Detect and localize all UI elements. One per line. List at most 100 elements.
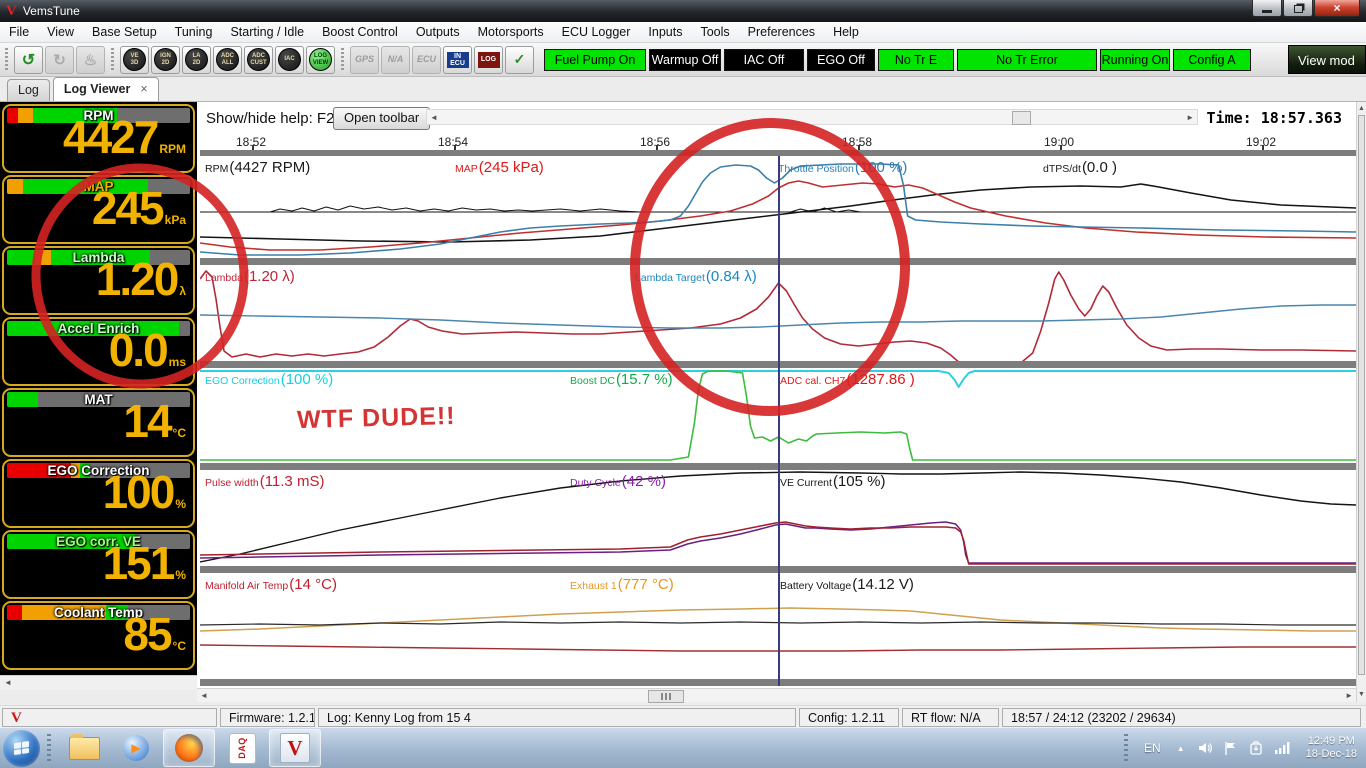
chart-vscrollbar[interactable]: ▲ ▼ — [1356, 102, 1366, 702]
log-button[interactable]: LOG — [474, 46, 503, 74]
ve-3d-button[interactable]: VE 3D — [120, 46, 149, 74]
time-scrollbar[interactable]: ◄ ► — [426, 109, 1198, 125]
scroll-up-icon[interactable]: ▲ — [1358, 102, 1365, 116]
plot-label-value: (105 %) — [833, 473, 886, 490]
restore-button[interactable] — [1283, 0, 1313, 17]
log-icon: LOG — [478, 52, 500, 68]
time-cursor-line[interactable] — [778, 156, 780, 686]
plot-label-ego-correction: EGO Correction(100 %) — [205, 371, 333, 388]
plot-label-value: (1.20 λ) — [244, 268, 295, 285]
scroll-left-icon[interactable]: ◄ — [430, 111, 438, 125]
la-2d-button[interactable]: LA 2D — [182, 46, 211, 74]
reload-disabled-button[interactable]: ↻ — [45, 46, 74, 74]
log-view-icon: LOG VIEW — [309, 48, 332, 71]
tray-expand-icon[interactable]: ▲ — [1177, 744, 1185, 753]
gauge-value: 100% — [103, 468, 186, 528]
menu-item-base-setup[interactable]: Base Setup — [83, 23, 166, 41]
network-signal-icon[interactable] — [1274, 741, 1291, 755]
menu-item-tuning[interactable]: Tuning — [166, 23, 222, 41]
gauge-value: 85°C — [123, 610, 186, 670]
in-ecu-button[interactable]: IN ECU — [443, 46, 472, 74]
window-title: VemsTune — [23, 4, 80, 18]
scroll-left-icon[interactable]: ◄ — [4, 676, 12, 690]
language-indicator[interactable]: EN — [1144, 741, 1161, 755]
plot-label-value: (42 %) — [622, 473, 666, 490]
status-chip-config-a: Config A — [1173, 49, 1251, 71]
ecu-button[interactable]: ECU — [412, 46, 441, 74]
safely-remove-icon[interactable] — [1248, 740, 1264, 756]
close-button[interactable]: × — [1314, 0, 1360, 17]
gauge-unit: kPa — [165, 213, 186, 227]
apply-button[interactable]: ✓ — [505, 46, 534, 74]
clock-time: 12:49 PM — [1306, 735, 1357, 748]
ign-2d-button[interactable]: IGN 2D — [151, 46, 180, 74]
plot-label-value: (14 °C) — [289, 576, 337, 593]
taskbar-idaq-button[interactable]: DAQ — [217, 730, 267, 766]
adc-all-icon: ADC ALL — [216, 48, 239, 71]
tab-log-viewer[interactable]: Log Viewer× — [53, 77, 159, 101]
reload-disabled-icon: ↻ — [53, 51, 66, 69]
scroll-left-icon[interactable]: ◄ — [200, 689, 208, 703]
ve-3d-icon: VE 3D — [123, 48, 146, 71]
taskbar-media-player-button[interactable]: ▶ — [111, 730, 161, 766]
taskbar-firefox-button[interactable] — [163, 729, 215, 767]
gauge-list: RPM4427RPMMAP245kPaLambda1.20λAccel Enri… — [0, 104, 197, 670]
iac-button[interactable]: IAC — [275, 46, 304, 74]
tab-close-icon[interactable]: × — [140, 82, 147, 96]
apply-icon: ✓ — [514, 51, 526, 68]
ecu-icon: ECU — [416, 52, 438, 68]
menu-item-inputs[interactable]: Inputs — [639, 23, 691, 41]
scroll-right-icon[interactable]: ► — [1186, 111, 1194, 125]
menu-item-motorsports[interactable]: Motorsports — [469, 23, 553, 41]
menu-item-help[interactable]: Help — [824, 23, 868, 41]
minimize-button[interactable] — [1252, 0, 1282, 17]
plot-label-lambda-target: Lambda Target(0.84 λ) — [635, 268, 757, 285]
gauge-value: 0.0ms — [109, 326, 186, 386]
plot-label-exhaust-1: Exhaust 1(777 °C) — [570, 576, 674, 593]
restore-icon — [1294, 5, 1303, 13]
adc-all-button[interactable]: ADC ALL — [213, 46, 242, 74]
adc-cust-button[interactable]: ADC CUST — [244, 46, 273, 74]
action-center-flag-icon[interactable] — [1223, 741, 1238, 756]
menu-item-file[interactable]: File — [0, 23, 38, 41]
chart-vscrollbar-thumb[interactable] — [1358, 115, 1365, 675]
gps-button[interactable]: GPS — [350, 46, 379, 74]
chart-hscrollbar-thumb[interactable] — [648, 690, 684, 703]
plot-label-value: (777 °C) — [618, 576, 674, 593]
scroll-right-icon[interactable]: ► — [1345, 689, 1353, 703]
time-scrollbar-thumb[interactable] — [1012, 111, 1031, 125]
la-2d-icon: LA 2D — [185, 48, 208, 71]
tab-log[interactable]: Log — [7, 79, 50, 101]
menu-item-tools[interactable]: Tools — [691, 23, 738, 41]
na-button[interactable]: N/A — [381, 46, 410, 74]
menu-item-preferences[interactable]: Preferences — [739, 23, 824, 41]
adc-cust-icon: ADC CUST — [247, 48, 270, 71]
volume-icon[interactable] — [1197, 740, 1213, 756]
status-cell-0: V — [2, 708, 217, 727]
gauge-ego-correction: EGO Correction100% — [2, 459, 195, 528]
taskbar-vemstune-button[interactable]: V — [269, 729, 321, 767]
chart-hscrollbar[interactable]: ◄ ► — [197, 688, 1356, 702]
sidebar-scrollbar[interactable]: ◄ — [0, 675, 197, 690]
menu-item-ecu-logger[interactable]: ECU Logger — [553, 23, 640, 41]
menu-item-boost-control[interactable]: Boost Control — [313, 23, 407, 41]
clock[interactable]: 12:49 PM 18-Dec-18 — [1306, 735, 1357, 761]
menu-item-view[interactable]: View — [38, 23, 83, 41]
log-view-button[interactable]: LOG VIEW — [306, 46, 335, 74]
plot-label-rpm: RPM(4427 RPM) — [205, 159, 310, 176]
gauge-unit: RPM — [159, 142, 186, 156]
plot-label-name: Battery Voltage — [780, 580, 851, 592]
burn-button[interactable]: ♨ — [76, 46, 105, 74]
status-cell-3: Config: 1.2.11 — [799, 708, 899, 727]
open-toolbar-button[interactable]: Open toolbar — [333, 107, 430, 130]
start-button[interactable] — [3, 730, 40, 767]
scroll-down-icon[interactable]: ▼ — [1358, 688, 1365, 702]
view-mode-button[interactable]: View mod — [1288, 45, 1366, 74]
reload-button[interactable]: ↺ — [14, 46, 43, 74]
menu-item-outputs[interactable]: Outputs — [407, 23, 469, 41]
iac-icon: IAC — [278, 48, 301, 71]
menu-item-starting-idle[interactable]: Starting / Idle — [221, 23, 313, 41]
taskbar-explorer-button[interactable] — [59, 730, 109, 766]
gauge-unit: °C — [173, 639, 186, 653]
gauge-lambda: Lambda1.20λ — [2, 246, 195, 315]
